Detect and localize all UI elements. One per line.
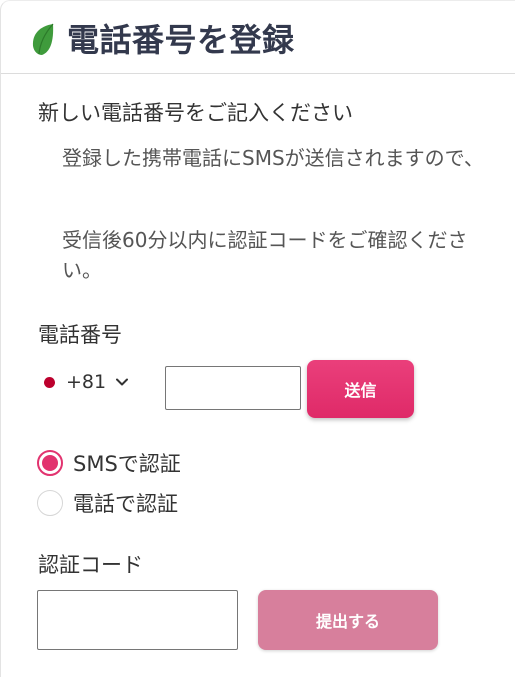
country-code-value: +81 — [66, 371, 107, 393]
intro-text-sms: 登録した携帯電話にSMSが送信されますので、 — [62, 146, 484, 170]
radio-sms-label: SMSで認証 — [73, 452, 181, 476]
intro-heading: 新しい電話番号をご記入ください — [38, 101, 353, 125]
phone-number-input[interactable] — [165, 366, 301, 410]
page-title: 電話番号を登録 — [67, 21, 295, 59]
intro-text-expiry: 受信後60分以内に認証コードをご確認ください。 — [62, 228, 468, 282]
radio-call-circle[interactable] — [37, 490, 63, 516]
leaf-icon — [32, 23, 54, 55]
country-code-select[interactable]: +81 — [44, 367, 129, 397]
submit-button[interactable]: 提出する — [258, 590, 438, 650]
japan-flag-icon — [44, 376, 55, 388]
radio-sms-verify[interactable]: SMSで認証 — [37, 448, 181, 478]
phone-label: 電話番号 — [38, 323, 122, 347]
chevron-down-icon — [116, 378, 129, 386]
header: 電話番号を登録 — [1, 1, 515, 74]
verification-code-label: 認証コード — [38, 553, 143, 577]
register-phone-card: 電話番号を登録 新しい電話番号をご記入ください 登録した携帯電話にSMSが送信さ… — [0, 0, 515, 677]
radio-call-label: 電話で認証 — [73, 492, 178, 516]
radio-call-verify[interactable]: 電話で認証 — [37, 488, 178, 518]
send-button[interactable]: 送信 — [307, 360, 414, 418]
verification-code-input[interactable] — [37, 590, 238, 650]
radio-sms-circle[interactable] — [37, 450, 63, 476]
